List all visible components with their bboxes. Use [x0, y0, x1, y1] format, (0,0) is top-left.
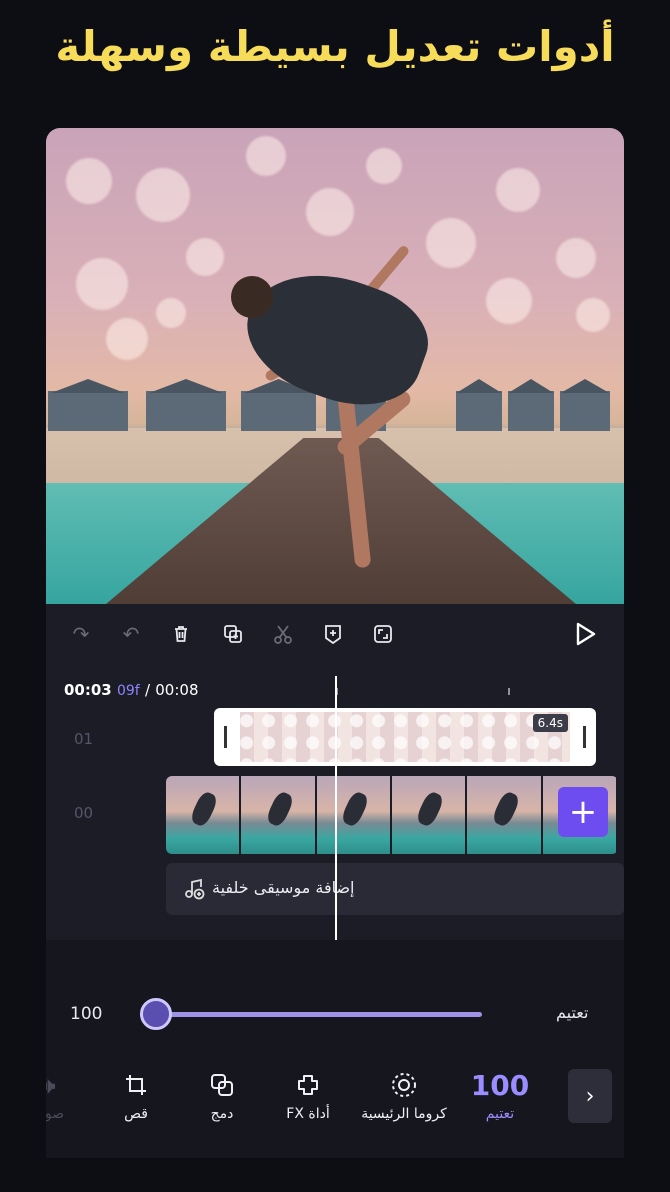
chroma-key-icon: [354, 1068, 454, 1102]
current-time: 00:03: [64, 681, 112, 699]
add-music-button[interactable]: إضافة موسيقى خلفية: [166, 863, 624, 915]
bokeh: [486, 278, 532, 324]
tool-chroma-key[interactable]: كروما الرئيسية: [354, 1068, 454, 1122]
headline: أدوات تعديل بسيطة وسهلة: [55, 22, 615, 71]
tool-blend[interactable]: دمج: [172, 1068, 272, 1122]
bokeh: [76, 258, 128, 310]
tool-label: كروما الرئيسية: [361, 1106, 447, 1122]
bokeh: [426, 218, 476, 268]
delete-icon[interactable]: [168, 621, 194, 647]
adjust-panel: [46, 940, 624, 1158]
clip-duration-badge: 6.4s: [532, 714, 568, 732]
tool-label: أداة FX: [286, 1106, 330, 1122]
main-video-clip[interactable]: [166, 776, 618, 854]
track-label-overlay: 01: [74, 730, 94, 748]
overlay-thumbnail: [240, 712, 570, 762]
tool-label: تعتيم: [485, 1106, 515, 1122]
opacity-value: 100: [70, 1004, 103, 1024]
bokeh: [66, 158, 112, 204]
undo-icon[interactable]: ↶: [118, 621, 144, 647]
clip-frame: [467, 776, 543, 854]
fx-icon: [258, 1068, 358, 1102]
edit-toolbar: ↷ ↶: [46, 604, 624, 664]
bokeh: [556, 238, 596, 278]
tool-crop[interactable]: قص: [86, 1068, 186, 1122]
bokeh: [496, 168, 540, 212]
dancer-head: [231, 276, 273, 318]
playhead[interactable]: [335, 676, 337, 941]
bokeh: [186, 238, 224, 276]
redo-icon[interactable]: ↷: [68, 621, 94, 647]
bokeh: [136, 168, 190, 222]
bokeh: [246, 136, 286, 176]
bokeh: [156, 298, 186, 328]
bokeh: [366, 148, 402, 184]
tool-label: قص: [124, 1106, 148, 1122]
opacity-slider-track[interactable]: [140, 1012, 482, 1017]
current-frames: 09f: [116, 683, 140, 699]
tool-fx[interactable]: أداة FX: [258, 1068, 358, 1122]
clip-frame: [391, 776, 468, 854]
bokeh: [106, 318, 148, 360]
video-preview[interactable]: [46, 128, 624, 604]
opacity-slider-label: تعتيم: [556, 1003, 589, 1022]
clip-frame: [241, 776, 317, 854]
total-time: 00:08: [155, 681, 199, 699]
add-music-label: إضافة موسيقى خلفية: [212, 878, 355, 897]
trim-handle-left[interactable]: [224, 726, 227, 748]
tool-opacity[interactable]: 100 تعتيم: [450, 1068, 550, 1123]
blend-icon: [172, 1068, 272, 1102]
play-icon[interactable]: [570, 619, 600, 649]
opacity-value-display: 100: [470, 1068, 530, 1102]
editor-screen: ↷ ↶ 00:03 09f / 00:08 01 00 6.4s + إضافة…: [46, 128, 624, 1158]
time-separator: /: [144, 681, 151, 699]
ruler-tick: [508, 688, 510, 695]
clip-frame: [166, 776, 242, 854]
time-readout: 00:03 09f / 00:08: [64, 681, 199, 699]
trim-handle-right[interactable]: [583, 726, 586, 748]
crop-icon: [86, 1068, 186, 1102]
bokeh: [306, 188, 354, 236]
clip-frame: [316, 776, 392, 854]
split-icon[interactable]: [270, 621, 296, 647]
scroll-next-button[interactable]: ›: [568, 1069, 612, 1123]
opacity-slider-knob[interactable]: [140, 998, 172, 1030]
track-label-main: 00: [74, 804, 94, 822]
music-add-icon: [182, 877, 206, 901]
duplicate-icon[interactable]: [220, 621, 246, 647]
fullscreen-icon[interactable]: [370, 621, 396, 647]
overlay-clip[interactable]: 6.4s: [214, 708, 596, 766]
bokeh: [576, 298, 610, 332]
add-keyframe-icon[interactable]: [320, 621, 346, 647]
add-clip-button[interactable]: +: [558, 787, 608, 837]
tool-label: دمج: [210, 1106, 234, 1122]
